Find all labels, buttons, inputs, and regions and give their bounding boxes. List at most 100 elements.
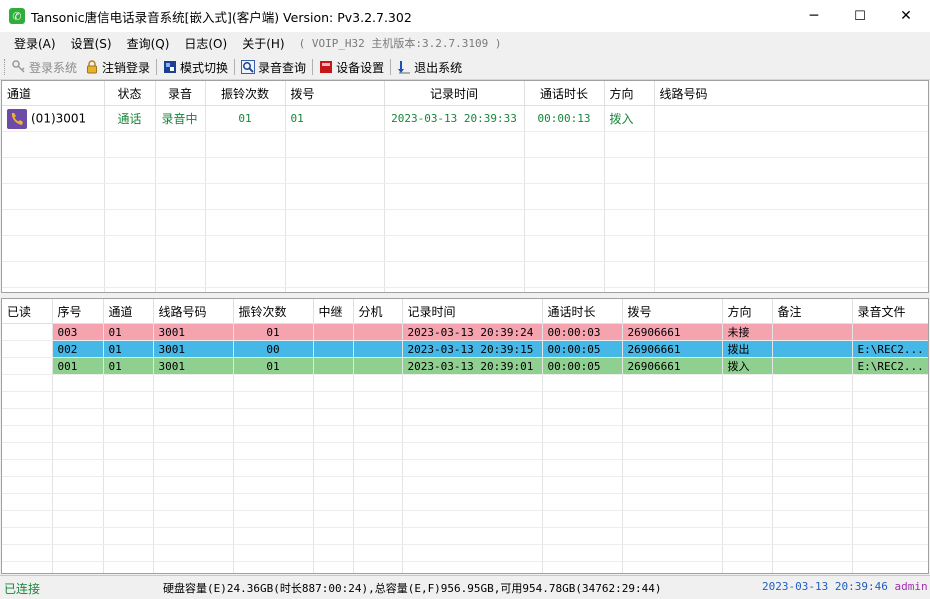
exit-system-label: 退出系统 bbox=[414, 60, 463, 75]
line-cell: 3001 bbox=[153, 357, 234, 375]
column-header[interactable]: 拨号 bbox=[622, 299, 723, 324]
line-cell: 3001 bbox=[153, 340, 234, 358]
ext-cell bbox=[353, 323, 403, 341]
channel-cell: 01 bbox=[103, 323, 154, 341]
note-cell bbox=[772, 323, 853, 341]
empty-row bbox=[2, 544, 928, 562]
column-header[interactable]: 备注 bbox=[772, 299, 853, 324]
record-query-label: 录音查询 bbox=[258, 60, 307, 75]
empty-row bbox=[2, 442, 928, 460]
status-cell: 通话 bbox=[104, 105, 156, 132]
close-button[interactable]: ✕ bbox=[883, 0, 929, 32]
logout-button[interactable]: 注销登录 bbox=[81, 56, 154, 78]
seq-cell: 002 bbox=[52, 340, 104, 358]
maximize-button[interactable]: ☐ bbox=[837, 0, 883, 32]
disk-capacity-info: 硬盘容量(E)24.36GB(时长887:00:24),总容量(E,F)956.… bbox=[163, 582, 662, 595]
column-header[interactable]: 通道 bbox=[2, 81, 105, 106]
column-header[interactable]: 通道 bbox=[103, 299, 154, 324]
column-header[interactable]: 方向 bbox=[604, 81, 655, 106]
direction-cell: 拨入 bbox=[604, 105, 655, 132]
window-title: Tansonic唐信电话录音系统[嵌入式](客户端) Version: Pv3.… bbox=[31, 9, 412, 25]
login-system-button[interactable]: 登录系统 bbox=[8, 56, 81, 78]
grid-header-row: 已读 序号 通道 线路号码 振铃次数 中继 分机 记录时间 通话时长 拨号 方向… bbox=[2, 299, 928, 324]
empty-row bbox=[2, 561, 928, 573]
dial-cell: 01 bbox=[285, 105, 385, 132]
menu-login[interactable]: 登录(A) bbox=[0, 35, 64, 52]
line-cell bbox=[654, 105, 928, 132]
empty-row bbox=[2, 157, 928, 184]
column-header[interactable]: 通话时长 bbox=[524, 81, 605, 106]
rings-cell: 00 bbox=[233, 340, 314, 358]
record-time-cell: 2023-03-13 20:39:01 bbox=[402, 357, 543, 375]
channel-status-grid[interactable]: 通道 状态 录音 振铃次数 拨号 记录时间 通话时长 方向 线路号码 (01)3… bbox=[1, 80, 929, 293]
empty-row bbox=[2, 510, 928, 528]
status-bar: 已连接 硬盘容量(E)24.36GB(时长887:00:24),总容量(E,F)… bbox=[0, 575, 930, 599]
trunk-cell bbox=[313, 357, 354, 375]
column-header[interactable]: 记录时间 bbox=[384, 81, 525, 106]
mode-switch-label: 模式切换 bbox=[180, 60, 229, 75]
column-header[interactable]: 录音文件 bbox=[852, 299, 928, 324]
record-row[interactable]: 002 01 3001 00 2023-03-13 20:39:15 00:00… bbox=[2, 340, 928, 358]
toolbar-separator bbox=[234, 59, 236, 75]
column-header[interactable]: 振铃次数 bbox=[233, 299, 314, 324]
title-bar: ✆ Tansonic唐信电话录音系统[嵌入式](客户端) Version: Pv… bbox=[0, 0, 930, 32]
menu-query[interactable]: 查询(Q) bbox=[120, 35, 178, 52]
duration-cell: 00:00:05 bbox=[542, 340, 623, 358]
column-header[interactable]: 方向 bbox=[722, 299, 773, 324]
menu-about[interactable]: 关于(H) bbox=[235, 35, 292, 52]
dial-cell: 26906661 bbox=[622, 340, 723, 358]
empty-row bbox=[2, 183, 928, 210]
channel-row[interactable]: (01)3001 通话 录音中 01 01 2023-03-13 20:39:3… bbox=[2, 105, 928, 132]
column-header[interactable]: 振铃次数 bbox=[205, 81, 286, 106]
connection-status: 已连接 bbox=[4, 582, 41, 596]
channel-name: (01)3001 bbox=[31, 111, 87, 125]
empty-row bbox=[2, 493, 928, 511]
grid-header-row: 通道 状态 录音 振铃次数 拨号 记录时间 通话时长 方向 线路号码 bbox=[2, 81, 928, 106]
empty-row bbox=[2, 235, 928, 262]
host-version-info: ( VOIP_H32 主机版本:3.2.7.3109 ) bbox=[298, 37, 502, 50]
mode-switch-button[interactable]: 模式切换 bbox=[159, 56, 232, 78]
line-cell: 3001 bbox=[153, 323, 234, 341]
column-header[interactable]: 录音 bbox=[155, 81, 206, 106]
lock-icon bbox=[87, 60, 98, 74]
device-settings-button[interactable]: 设备设置 bbox=[315, 56, 388, 78]
column-header[interactable]: 线路号码 bbox=[153, 299, 234, 324]
read-cell bbox=[2, 357, 53, 375]
exit-system-button[interactable]: 退出系统 bbox=[393, 56, 466, 78]
login-system-label: 登录系统 bbox=[29, 60, 78, 75]
empty-row bbox=[2, 408, 928, 426]
record-row[interactable]: 001 01 3001 01 2023-03-13 20:39:01 00:00… bbox=[2, 357, 928, 375]
column-header[interactable]: 分机 bbox=[353, 299, 403, 324]
channel-cell: 01 bbox=[103, 340, 154, 358]
record-time-cell: 2023-03-13 20:39:33 bbox=[384, 105, 525, 132]
seq-cell: 001 bbox=[52, 357, 104, 375]
menu-log[interactable]: 日志(O) bbox=[177, 35, 235, 52]
empty-row bbox=[2, 209, 928, 236]
record-row[interactable]: 003 01 3001 01 2023-03-13 20:39:24 00:00… bbox=[2, 323, 928, 341]
record-query-button[interactable]: 录音查询 bbox=[237, 56, 310, 78]
menu-bar: 登录(A) 设置(S) 查询(Q) 日志(O) 关于(H) ( VOIP_H32… bbox=[0, 32, 930, 54]
dial-cell: 26906661 bbox=[622, 357, 723, 375]
column-header[interactable]: 状态 bbox=[104, 81, 156, 106]
direction-cell: 未接 bbox=[722, 323, 773, 341]
empty-row bbox=[2, 459, 928, 477]
column-header[interactable]: 已读 bbox=[2, 299, 53, 324]
column-header[interactable]: 中继 bbox=[313, 299, 354, 324]
menu-settings[interactable]: 设置(S) bbox=[64, 35, 120, 52]
minimize-button[interactable]: ─ bbox=[791, 0, 837, 32]
rings-cell: 01 bbox=[205, 105, 286, 132]
rings-cell: 01 bbox=[233, 357, 314, 375]
column-header[interactable]: 通话时长 bbox=[542, 299, 623, 324]
column-header[interactable]: 记录时间 bbox=[402, 299, 543, 324]
column-header[interactable]: 拨号 bbox=[285, 81, 385, 106]
column-header[interactable]: 线路号码 bbox=[654, 81, 928, 106]
empty-row bbox=[2, 131, 928, 158]
dial-cell: 26906661 bbox=[622, 323, 723, 341]
direction-cell: 拨出 bbox=[722, 340, 773, 358]
seq-cell: 003 bbox=[52, 323, 104, 341]
call-records-grid[interactable]: 已读 序号 通道 线路号码 振铃次数 中继 分机 记录时间 通话时长 拨号 方向… bbox=[1, 298, 929, 574]
column-header[interactable]: 序号 bbox=[52, 299, 104, 324]
logout-label: 注销登录 bbox=[102, 60, 151, 75]
ext-cell bbox=[353, 357, 403, 375]
status-datetime-user: 2023-03-13 20:39:46 admin bbox=[762, 580, 928, 593]
